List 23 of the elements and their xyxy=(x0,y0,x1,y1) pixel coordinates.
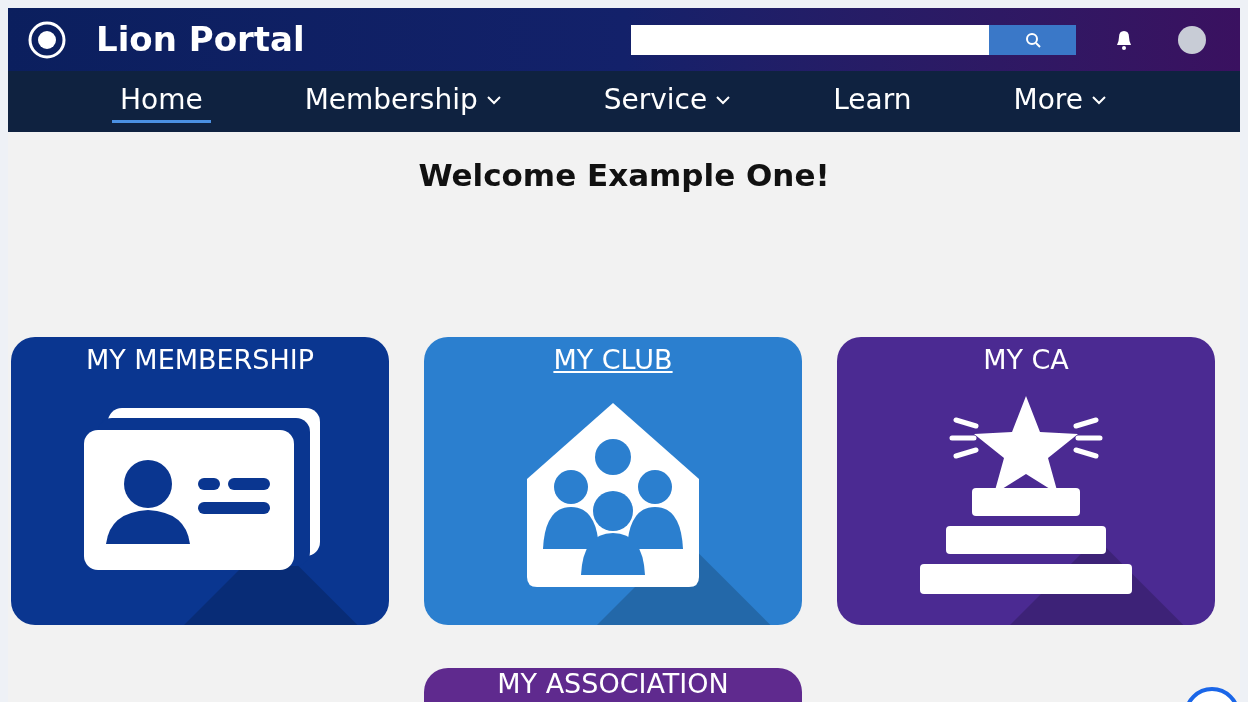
nav-tab[interactable]: Home xyxy=(112,80,211,123)
tile-title: MY CLUB xyxy=(553,344,673,375)
tile-card[interactable]: MY ASSOCIATION xyxy=(424,667,802,702)
tile-card[interactable]: MY CA xyxy=(837,336,1215,625)
welcome-heading: Welcome Example One! xyxy=(417,156,831,195)
avatar-icon[interactable] xyxy=(1178,25,1206,54)
chevron-down-icon xyxy=(1090,95,1107,105)
nav-tab[interactable]: More xyxy=(1005,80,1115,123)
nav-tab[interactable]: Learn xyxy=(825,80,920,123)
tile-title: MY MEMBERSHIP xyxy=(85,344,315,375)
search-button[interactable] xyxy=(989,24,1076,55)
nav-tab[interactable]: Service xyxy=(595,80,740,123)
chevron-down-icon xyxy=(715,95,732,105)
search-field[interactable] xyxy=(631,24,1076,55)
tile-card[interactable]: MY MEMBERSHIP xyxy=(11,336,389,625)
tile-title: MY CA xyxy=(983,344,1069,375)
chevron-down-icon xyxy=(485,95,502,105)
search-icon xyxy=(1024,31,1041,48)
tile-card[interactable]: MY CLUB xyxy=(424,336,802,625)
portal-title: Lion Portal xyxy=(96,18,305,61)
tile-title: MY ASSOCIATION xyxy=(497,668,729,699)
bell-icon[interactable] xyxy=(1114,28,1134,51)
nav-tab[interactable]: Membership xyxy=(296,80,510,123)
